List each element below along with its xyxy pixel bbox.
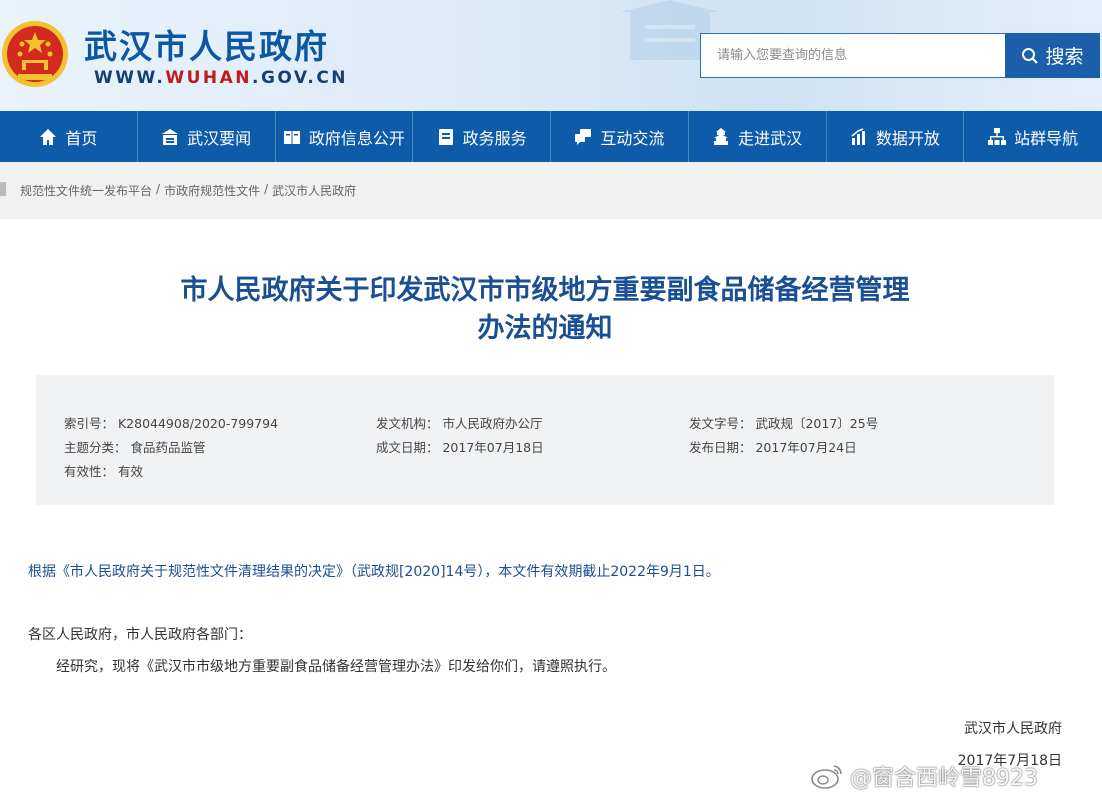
breadcrumb-bar: 规范性文件统一发布平台 / 市政府规范性文件 / 武汉市人民政府 [0, 162, 1102, 219]
nav-item-gov-info[interactable]: 政府信息公开 [276, 111, 414, 162]
nav-item-label: 数据开放 [875, 128, 940, 148]
site-header: 武汉市人民政府 WWW.WUHAN.GOV.CN 搜索 [0, 0, 1102, 111]
signatory: 武汉市人民政府 [964, 721, 1062, 737]
site-url-prefix: WWW. [94, 68, 166, 88]
service-icon [438, 128, 453, 145]
search-icon [1022, 47, 1039, 64]
site-title: 武汉市人民政府 [84, 27, 329, 66]
nav-item-label: 站群导航 [1014, 128, 1079, 148]
national-emblem-icon [2, 21, 68, 87]
meta-written-date: 成文日期： 2017年07月18日 [376, 440, 544, 455]
site-url-highlight: WUHAN [165, 68, 252, 88]
site-url-suffix: .GOV.CN [252, 68, 349, 88]
news-icon [162, 128, 179, 145]
main-nav: 首页 武汉要闻 政府信息公开 政务服务 互动交流 走进武汉 数据开放 站群导航 [0, 111, 1102, 162]
book-icon [283, 130, 300, 144]
meta-doc-no: 发文字号： 武政规〔2017〕25号 [689, 416, 879, 431]
nav-item-label: 武汉要闻 [187, 128, 252, 148]
nav-item-open-data[interactable]: 数据开放 [827, 111, 965, 162]
weibo-icon [811, 765, 842, 789]
breadcrumb-separator: / [156, 182, 161, 196]
chart-icon [851, 127, 865, 145]
watermark-text: @窗含西岭雪8923 [850, 766, 1038, 791]
tower-icon [714, 127, 729, 145]
validity-notice: 根据《市人民政府关于规范性文件清理结果的决定》（武政规[2020]14号），本文… [28, 564, 720, 580]
nav-item-label: 首页 [65, 128, 98, 148]
search-button[interactable]: 搜索 [1005, 33, 1100, 78]
breadcrumb: 规范性文件统一发布平台 / 市政府规范性文件 / 武汉市人民政府 [0, 182, 356, 199]
breadcrumb-item[interactable]: 武汉市人民政府 [272, 182, 356, 199]
chat-icon [575, 128, 592, 145]
breadcrumb-separator: / [264, 182, 269, 196]
document-title: 市人民政府关于印发武汉市市级地方重要副食品储备经营管理 办法的通知 [80, 272, 1010, 348]
sitemap-icon [988, 127, 1007, 145]
nav-item-label: 政务服务 [462, 128, 527, 148]
site-url: WWW.WUHAN.GOV.CN [94, 68, 348, 88]
meta-index-no: 索引号： K28044908/2020-799794 [64, 416, 279, 431]
nav-item-label: 政府信息公开 [308, 128, 405, 148]
home-icon [40, 128, 57, 145]
document-title-line: 市人民政府关于印发武汉市市级地方重要副食品储备经营管理 [180, 275, 910, 306]
nav-item-site-nav[interactable]: 站群导航 [964, 111, 1102, 162]
nav-item-news[interactable]: 武汉要闻 [138, 111, 276, 162]
nav-item-label: 互动交流 [600, 128, 665, 148]
nav-item-home[interactable]: 首页 [0, 111, 138, 162]
meta-issuer: 发文机构： 市人民政府办公厅 [376, 416, 543, 431]
breadcrumb-item[interactable]: 规范性文件统一发布平台 [20, 182, 152, 199]
salutation: 各区人民政府，市人民政府各部门： [28, 627, 252, 643]
meta-category: 主题分类： 食品药品监管 [64, 440, 206, 455]
nav-item-label: 走进武汉 [738, 128, 803, 148]
nav-item-interaction[interactable]: 互动交流 [551, 111, 689, 162]
search-button-label: 搜索 [1045, 46, 1084, 68]
meta-publish-date: 发布日期： 2017年07月24日 [689, 440, 857, 455]
nav-item-gov-service[interactable]: 政务服务 [413, 111, 551, 162]
nav-item-about-wuhan[interactable]: 走进武汉 [689, 111, 827, 162]
breadcrumb-marker-icon [0, 182, 6, 196]
document-title-line: 办法的通知 [477, 313, 613, 344]
meta-validity: 有效性： 有效 [64, 464, 143, 479]
watermark: @窗含西岭雪8923 [810, 760, 1038, 792]
breadcrumb-item[interactable]: 市政府规范性文件 [164, 182, 260, 199]
search-input[interactable] [700, 33, 1005, 78]
body-paragraph: 经研究，现将《武汉市市级地方重要副食品储备经营管理办法》印发给你们，请遵照执行。 [56, 659, 616, 675]
document-meta-box: 索引号： K28044908/2020-799794 发文机构： 市人民政府办公… [36, 375, 1054, 505]
